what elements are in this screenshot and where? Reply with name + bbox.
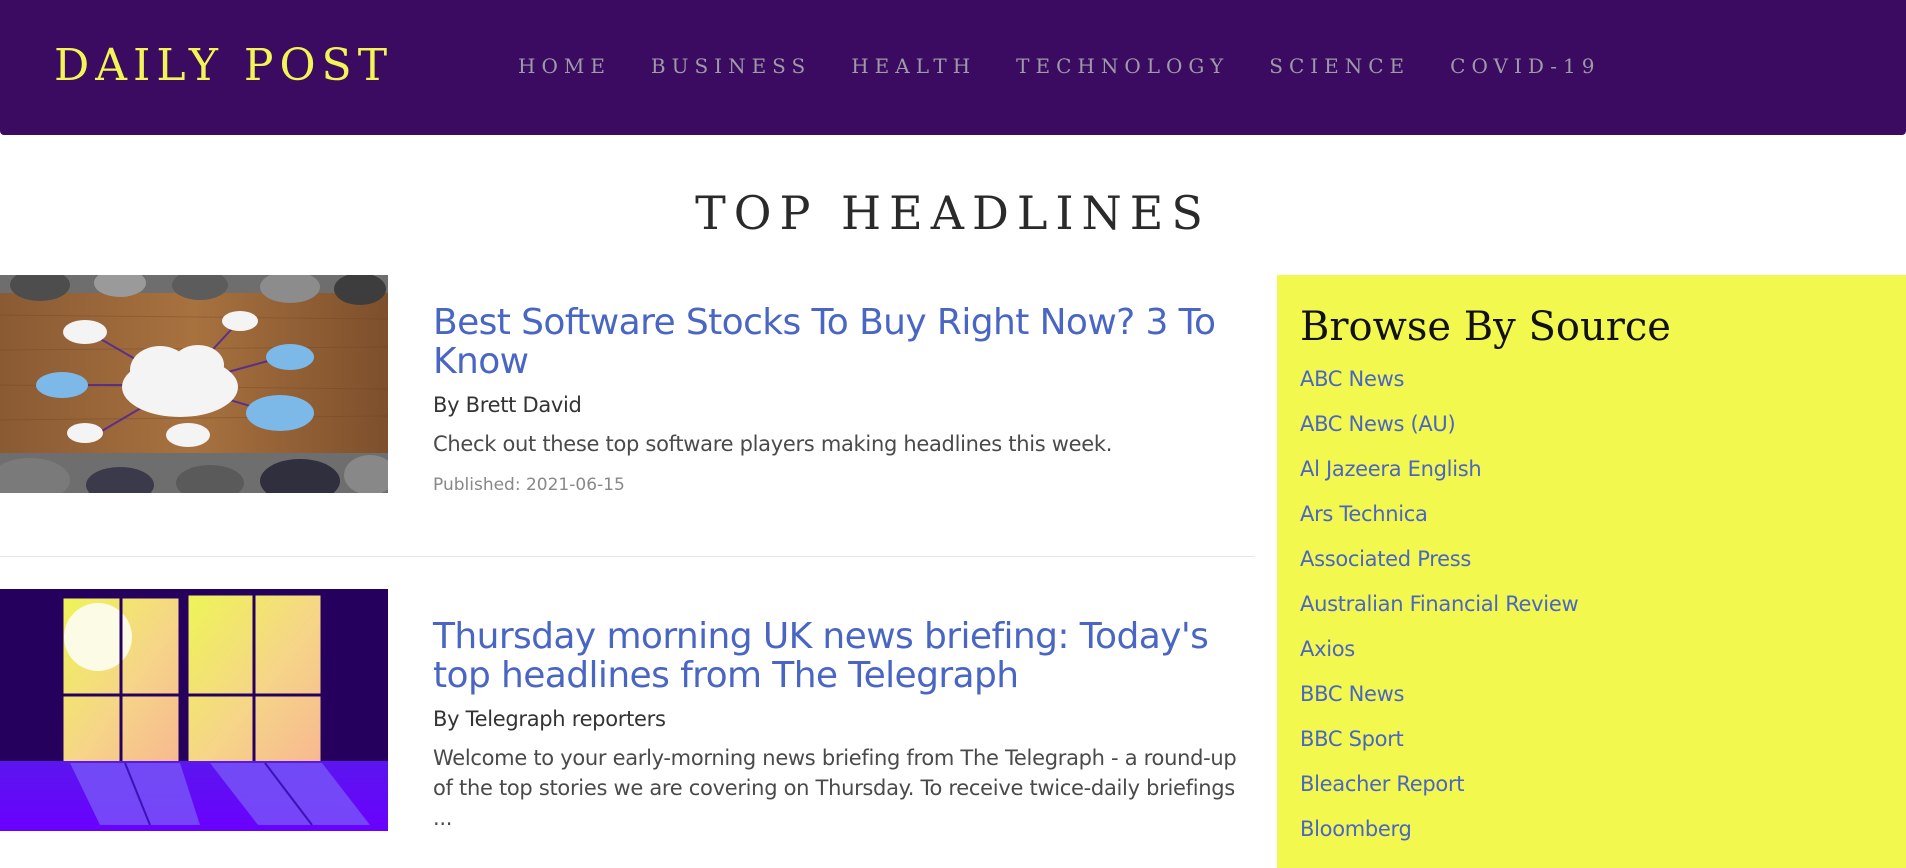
- source-link-axios[interactable]: Axios: [1300, 637, 1355, 661]
- page-title: TOP HEADLINES: [695, 186, 1211, 240]
- nav-health[interactable]: HEALTH: [851, 50, 976, 82]
- article-thumbnail[interactable]: [0, 589, 388, 831]
- list-item: ABC News (AU): [1300, 410, 1578, 455]
- browse-by-source-sidebar: Browse By Source ABC News ABC News (AU) …: [1277, 275, 1906, 868]
- article-description: Check out these top software players mak…: [433, 432, 1113, 456]
- brand-logo[interactable]: DAILY POST: [54, 40, 393, 92]
- article-thumbnail[interactable]: [0, 275, 388, 493]
- source-link-abc-news-au[interactable]: ABC News (AU): [1300, 412, 1456, 436]
- article-title-link[interactable]: Best Software Stocks To Buy Right Now? 3…: [433, 303, 1243, 381]
- source-link-abc-news[interactable]: ABC News: [1300, 367, 1404, 391]
- list-item: Australian Financial Review: [1300, 590, 1579, 635]
- source-link-australian-financial-review[interactable]: Australian Financial Review: [1300, 592, 1579, 616]
- source-link-associated-press[interactable]: Associated Press: [1300, 547, 1471, 571]
- article-description: Welcome to your early-morning news brief…: [433, 746, 1237, 830]
- list-item: Bleacher Report: [1300, 770, 1578, 815]
- navbar: DAILY POST HOME BUSINESS HEALTH TECHNOLO…: [0, 0, 1906, 135]
- list-item: ABC News: [1300, 365, 1578, 410]
- source-link-bbc-sport[interactable]: BBC Sport: [1300, 727, 1404, 751]
- source-link-al-jazeera-english[interactable]: Al Jazeera English: [1300, 457, 1482, 481]
- list-item: Axios: [1300, 635, 1578, 680]
- source-link-bbc-news[interactable]: BBC News: [1300, 682, 1404, 706]
- source-list: ABC News ABC News (AU) Al Jazeera Englis…: [1300, 365, 1579, 860]
- main-nav: HOME BUSINESS HEALTH TECHNOLOGY SCIENCE …: [518, 50, 1640, 82]
- sunrise-window-illustration-image: [0, 589, 388, 831]
- article-author: By Brett David: [433, 393, 582, 417]
- source-link-bleacher-report[interactable]: Bleacher Report: [1300, 772, 1465, 796]
- sidebar-title: Browse By Source: [1300, 304, 1671, 350]
- article-body: Thursday morning UK news briefing: Today…: [433, 617, 1243, 833]
- article-card: Best Software Stocks To Buy Right Now? 3…: [0, 275, 1255, 557]
- article-author: By Telegraph reporters: [433, 707, 666, 731]
- nav-business[interactable]: BUSINESS: [651, 50, 811, 82]
- source-link-ars-technica[interactable]: Ars Technica: [1300, 502, 1428, 526]
- nav-home[interactable]: HOME: [518, 50, 611, 82]
- nav-covid-19[interactable]: COVID-19: [1450, 50, 1600, 82]
- nav-science[interactable]: SCIENCE: [1269, 50, 1410, 82]
- article-card: Thursday morning UK news briefing: Today…: [0, 589, 1255, 868]
- list-item: Ars Technica: [1300, 500, 1578, 545]
- people-around-table-with-clouds-image: [0, 275, 388, 493]
- list-item: Bloomberg: [1300, 815, 1578, 860]
- article-title-link[interactable]: Thursday morning UK news briefing: Today…: [433, 617, 1243, 695]
- source-link-bloomberg[interactable]: Bloomberg: [1300, 817, 1412, 841]
- list-item: Al Jazeera English: [1300, 455, 1578, 500]
- article-body: Best Software Stocks To Buy Right Now? 3…: [433, 303, 1243, 497]
- article-published-date: Published: 2021-06-15: [433, 475, 625, 495]
- list-item: BBC News: [1300, 680, 1578, 725]
- list-item: Associated Press: [1300, 545, 1578, 590]
- nav-technology[interactable]: TECHNOLOGY: [1016, 50, 1229, 82]
- list-item: BBC Sport: [1300, 725, 1578, 770]
